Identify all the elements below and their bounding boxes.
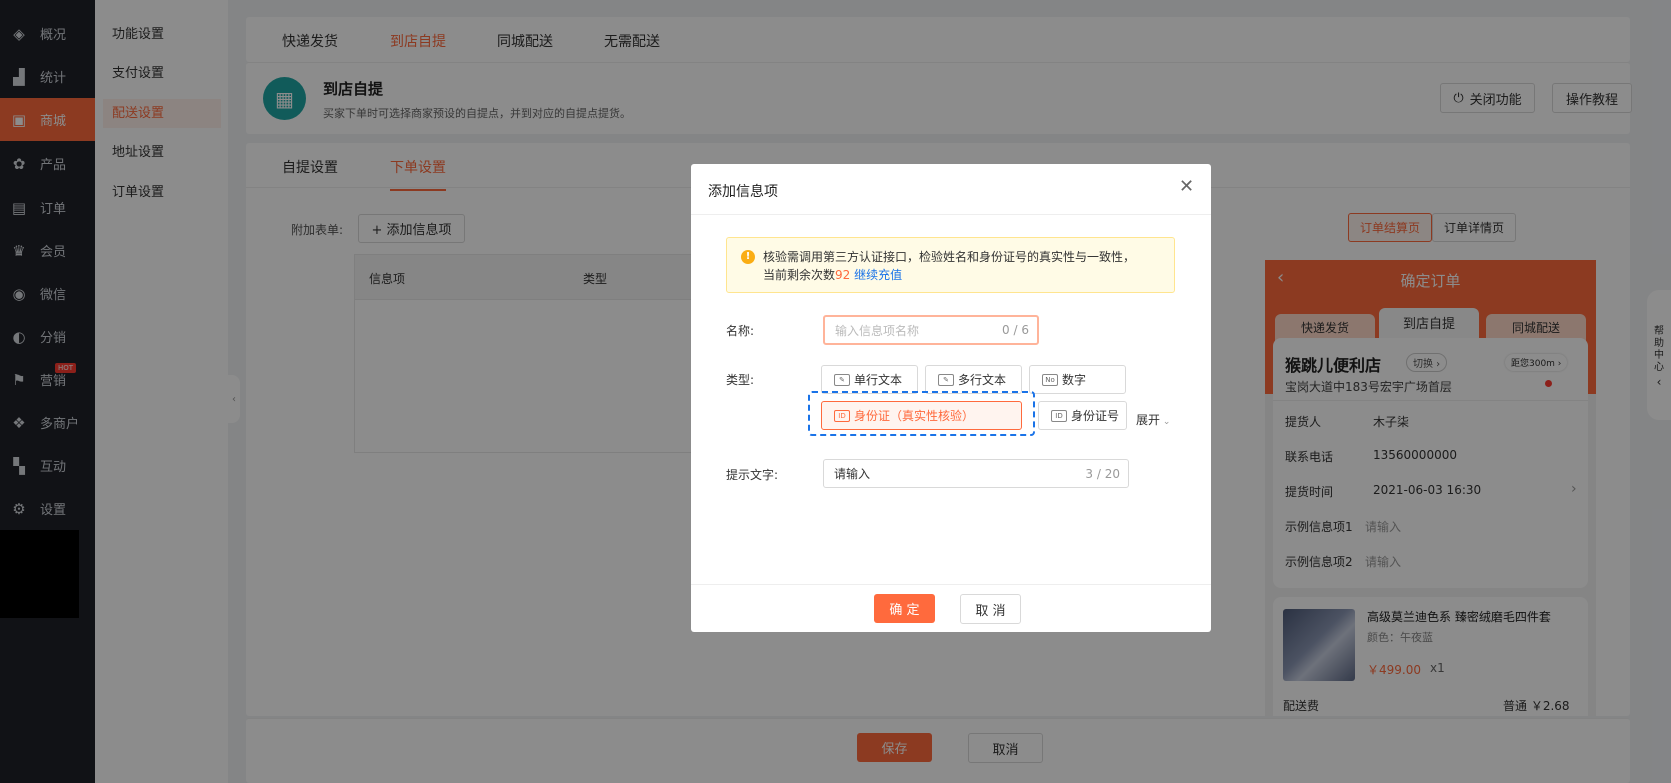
modal-cancel-button[interactable]: 取 消 bbox=[960, 594, 1021, 624]
divider bbox=[691, 584, 1211, 585]
expand-toggle[interactable]: 展开 ⌄ bbox=[1136, 411, 1170, 428]
recharge-link[interactable]: 继续充值 bbox=[854, 268, 902, 282]
type-label: 类型: bbox=[726, 373, 755, 387]
type-text: 身份证（真实性核验） bbox=[854, 409, 975, 423]
type-id-number[interactable]: ID 身份证号 bbox=[1038, 401, 1127, 430]
expand-label: 展开 bbox=[1136, 413, 1161, 427]
hint-count: 3 / 20 bbox=[1085, 466, 1120, 481]
name-input[interactable]: 输入信息项名称 0 / 6 bbox=[823, 315, 1039, 345]
remaining-prefix: 当前剩余次数 bbox=[763, 268, 836, 282]
remaining-count: 92 bbox=[835, 268, 851, 282]
notice-remaining: 当前剩余次数92 继续充值 bbox=[763, 266, 902, 283]
type-text: 身份证号 bbox=[1071, 409, 1120, 423]
warning-icon: ! bbox=[741, 250, 755, 264]
type-single-line[interactable]: ✎ 单行文本 bbox=[821, 365, 918, 394]
hint-value: 请输入 bbox=[834, 467, 871, 481]
hint-label: 提示文字: bbox=[726, 468, 779, 482]
number-icon: No bbox=[1042, 373, 1058, 386]
type-id-verify[interactable]: ID 身份证（真实性核验） bbox=[821, 401, 1022, 430]
type-multi-line[interactable]: ✎ 多行文本 bbox=[925, 365, 1022, 394]
id-card-icon: ID bbox=[834, 409, 850, 422]
type-text: 多行文本 bbox=[958, 373, 1007, 387]
type-text: 数字 bbox=[1062, 373, 1087, 387]
hint-input[interactable]: 请输入 3 / 20 bbox=[823, 459, 1129, 488]
type-number[interactable]: No 数字 bbox=[1029, 365, 1126, 394]
name-count: 0 / 6 bbox=[1002, 323, 1029, 337]
modal-title: 添加信息项 bbox=[708, 184, 778, 200]
name-placeholder: 输入信息项名称 bbox=[835, 323, 920, 338]
id-card-icon: ID bbox=[1051, 409, 1067, 422]
edit-icon: ✎ bbox=[834, 373, 850, 386]
notice-text: 核验需调用第三方认证接口，检验姓名和身份证号的真实性与一致性， bbox=[763, 250, 1136, 264]
edit-icon: ✎ bbox=[938, 373, 954, 386]
confirm-button[interactable]: 确 定 bbox=[874, 594, 935, 623]
chevron-down-icon: ⌄ bbox=[1160, 417, 1171, 427]
divider bbox=[691, 214, 1211, 215]
close-icon[interactable]: ✕ bbox=[1179, 176, 1194, 197]
add-info-modal: 添加信息项 ✕ ! 核验需调用第三方认证接口，检验姓名和身份证号的真实性与一致性… bbox=[691, 164, 1211, 632]
verify-notice: ! 核验需调用第三方认证接口，检验姓名和身份证号的真实性与一致性， 当前剩余次数… bbox=[726, 237, 1175, 293]
type-text: 单行文本 bbox=[854, 373, 903, 387]
name-label: 名称: bbox=[726, 324, 755, 338]
